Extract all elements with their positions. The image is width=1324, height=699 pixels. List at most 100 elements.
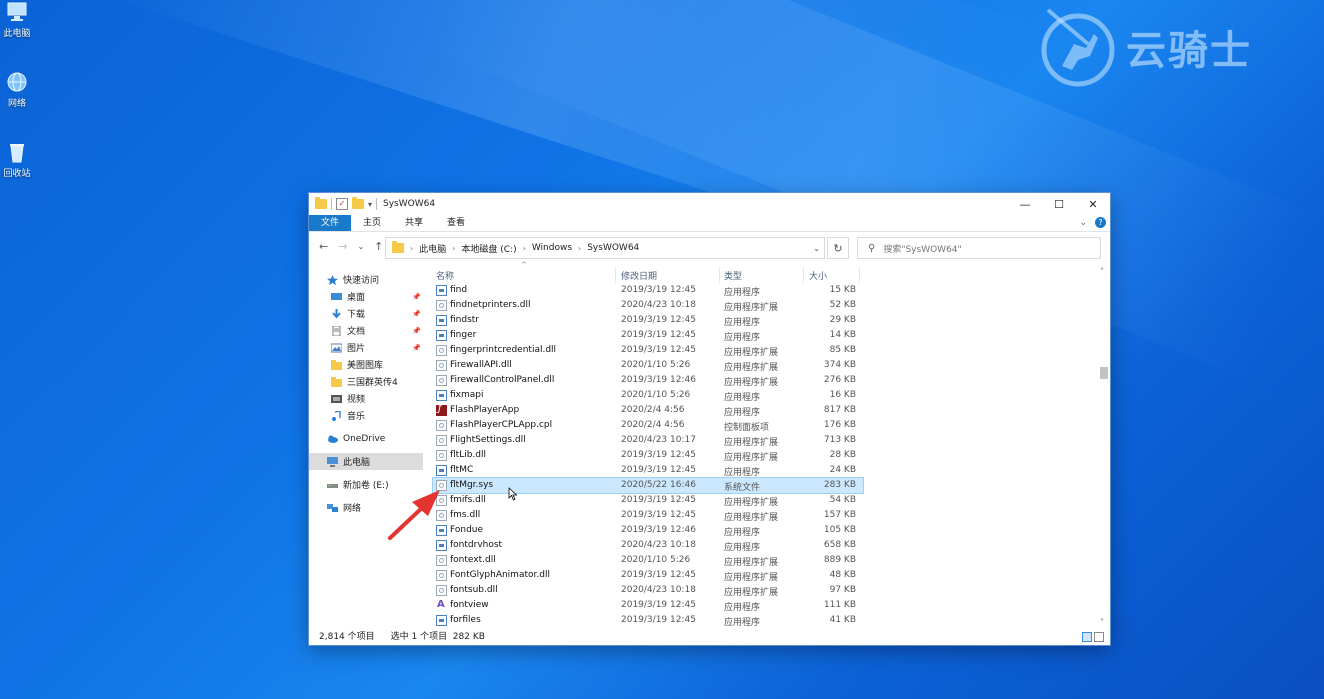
file-type: 应用程序扩展 [724,303,779,313]
file-row[interactable]: fontdrvhost 2020/4/23 10:18 应用程序 658 KB [433,538,863,553]
nav-item[interactable]: 文档 📌 [309,322,423,339]
recent-locations-icon[interactable]: ⌄ [357,242,364,251]
large-icons-view-icon[interactable] [1094,632,1104,642]
up-arrow-icon[interactable]: ↑ [374,240,383,253]
breadcrumb-item[interactable]: SysWOW64 [587,243,639,253]
details-view-icon[interactable] [1082,632,1092,642]
desktop-icon-recycle-bin[interactable]: 回收站 [0,140,34,179]
tab-file[interactable]: 文件 [309,215,352,231]
scroll-up-icon[interactable]: ˄ [1100,267,1104,276]
tab-home[interactable]: 主页 [351,215,393,231]
file-name: findnetprinters.dll [450,300,531,310]
file-row[interactable]: fltMgr.sys 2020/5/22 16:46 系统文件 283 KB [432,477,864,494]
file-row[interactable]: fltMC 2019/3/19 12:45 应用程序 24 KB [433,463,863,478]
file-row[interactable]: fmifs.dll 2019/3/19 12:45 应用程序扩展 54 KB [433,493,863,508]
file-name: FlightSettings.dll [450,435,526,445]
minimize-button[interactable]: — [1008,193,1042,215]
file-date: 2019/3/19 12:46 [621,525,696,535]
file-row[interactable]: fontsub.dll 2020/4/23 10:18 应用程序扩展 97 KB [433,583,863,598]
file-row[interactable]: fltLib.dll 2019/3/19 12:45 应用程序扩展 28 KB [433,448,863,463]
desktop-icon-computer[interactable]: 此电脑 [0,0,34,39]
nav-item[interactable]: 音乐 [309,407,423,424]
breadcrumb-item[interactable]: Windows [532,243,572,253]
nav-item[interactable]: 下载 📌 [309,305,423,322]
forward-arrow-icon[interactable]: → [338,240,347,253]
file-row[interactable]: Fondue 2019/3/19 12:46 应用程序 105 KB [433,523,863,538]
file-row[interactable]: FlashPlayerApp 2020/2/4 4:56 应用程序 817 KB [433,403,863,418]
column-separator[interactable] [859,267,860,283]
nav-item[interactable]: 快速访问 [309,271,423,288]
file-date: 2019/3/19 12:45 [621,465,696,475]
system-file-icon [436,435,447,446]
nav-item[interactable]: 桌面 📌 [309,288,423,305]
drive-icon [327,480,338,490]
file-row[interactable]: forfiles 2019/3/19 12:45 应用程序 41 KB [433,613,863,628]
chevron-down-icon[interactable]: ⌄ [813,244,820,253]
desktop-icon-label: 此电脑 [3,29,31,39]
nav-item[interactable]: 美图图库 [309,356,423,373]
file-row[interactable]: FlashPlayerCPLApp.cpl 2020/2/4 4:56 控制面板项 1… [433,418,863,433]
scrollbar-thumb[interactable] [1100,367,1108,379]
system-file-icon [436,300,447,311]
file-type: 应用程序 [724,528,761,538]
chevron-right-icon[interactable]: › [452,244,455,253]
column-header-size[interactable]: 大小 [809,269,827,282]
search-input[interactable]: ⚲ 搜索"SysWOW64" [857,237,1101,259]
nav-item[interactable]: 三国群英传4 [309,373,423,390]
status-bar: 2,814 个项目 选中 1 个项目 282 KB [319,629,485,643]
file-row[interactable]: findstr 2019/3/19 12:45 应用程序 29 KB [433,313,863,328]
file-row[interactable]: find 2019/3/19 12:45 应用程序 15 KB [433,283,863,298]
file-row[interactable]: fms.dll 2019/3/19 12:45 应用程序扩展 157 KB [433,508,863,523]
close-button[interactable]: ✕ [1076,193,1110,215]
file-row[interactable]: fontext.dll 2020/1/10 5:26 应用程序扩展 889 KB [433,553,863,568]
file-type: 应用程序扩展 [724,498,779,508]
explorer-window[interactable]: ✓ ▾ SysWOW64 — ☐ ✕ 文件 主页 共享 查看 ⌄ ? ← → ⌄… [309,193,1110,645]
file-row[interactable]: FirewallAPI.dll 2020/1/10 5:26 应用程序扩展 374 K… [433,358,863,373]
expand-ribbon-icon[interactable]: ⌄ [1079,218,1087,228]
column-separator[interactable] [803,267,804,283]
maximize-button[interactable]: ☐ [1042,193,1076,215]
pin-icon: 📌 [412,326,421,335]
file-row[interactable]: FlightSettings.dll 2020/4/23 10:17 应用程序扩展 7… [433,433,863,448]
column-separator[interactable] [615,267,616,283]
refresh-button[interactable]: ↻ [827,237,849,259]
nav-item-label: 美图图库 [347,361,384,371]
address-bar[interactable]: › 此电脑 › 本地磁盘 (C:) › Windows › SysWOW64 ⌄ [385,237,825,259]
title-bar[interactable]: ✓ ▾ SysWOW64 — ☐ ✕ [309,193,1110,215]
file-row[interactable]: findnetprinters.dll 2020/4/23 10:18 应用程序扩展… [433,298,863,313]
vertical-scrollbar[interactable]: ˄ ˅ [1100,267,1108,627]
chevron-right-icon[interactable]: › [578,244,581,253]
navigation-pane: 快速访问 桌面 📌 下载 📌 文档 📌 图片 📌 美图图库三国群英传4 视频 音乐 OneDrive 此电… [309,271,423,627]
desktop-icon-network[interactable]: 网络 [0,70,34,109]
column-separator[interactable] [719,267,720,283]
tab-view[interactable]: 查看 [435,215,477,231]
file-row[interactable]: finger 2019/3/19 12:45 应用程序 14 KB [433,328,863,343]
help-icon[interactable]: ? [1095,217,1106,228]
column-header-name[interactable]: 名称 [436,269,454,282]
file-row[interactable]: FirewallControlPanel.dll 2019/3/19 12:46 应… [433,373,863,388]
tab-share[interactable]: 共享 [393,215,435,231]
nav-item[interactable]: 图片 📌 [309,339,423,356]
file-row[interactable]: fixmapi 2020/1/10 5:26 应用程序 16 KB [433,388,863,403]
file-row[interactable]: FontGlyphAnimator.dll 2019/3/19 12:45 应用程序… [433,568,863,583]
star-icon [327,274,338,285]
new-folder-icon[interactable] [352,197,364,209]
file-row[interactable]: fontview 2019/3/19 12:45 应用程序 111 KB [433,598,863,613]
properties-icon[interactable]: ✓ [336,198,348,210]
file-date: 2019/3/19 12:45 [621,285,696,295]
scroll-down-icon[interactable]: ˅ [1100,618,1104,627]
chevron-right-icon[interactable]: › [523,244,526,253]
back-arrow-icon[interactable]: ← [319,240,328,253]
breadcrumb-item[interactable]: 本地磁盘 (C:) [461,242,516,255]
chevron-right-icon[interactable]: › [410,244,413,253]
qat-dropdown-icon[interactable]: ▾ [368,200,372,209]
breadcrumb-item[interactable]: 此电脑 [419,242,446,255]
nav-item[interactable]: OneDrive [309,430,423,447]
nav-item[interactable]: 此电脑 [309,453,423,470]
nav-item[interactable]: 视频 [309,390,423,407]
desktop-icon [331,292,342,302]
column-header-date[interactable]: 修改日期 [621,269,657,282]
file-row[interactable]: fingerprintcredential.dll 2019/3/19 12:45… [433,343,863,358]
pin-icon: 📌 [412,292,421,301]
column-header-type[interactable]: 类型 [724,269,742,282]
